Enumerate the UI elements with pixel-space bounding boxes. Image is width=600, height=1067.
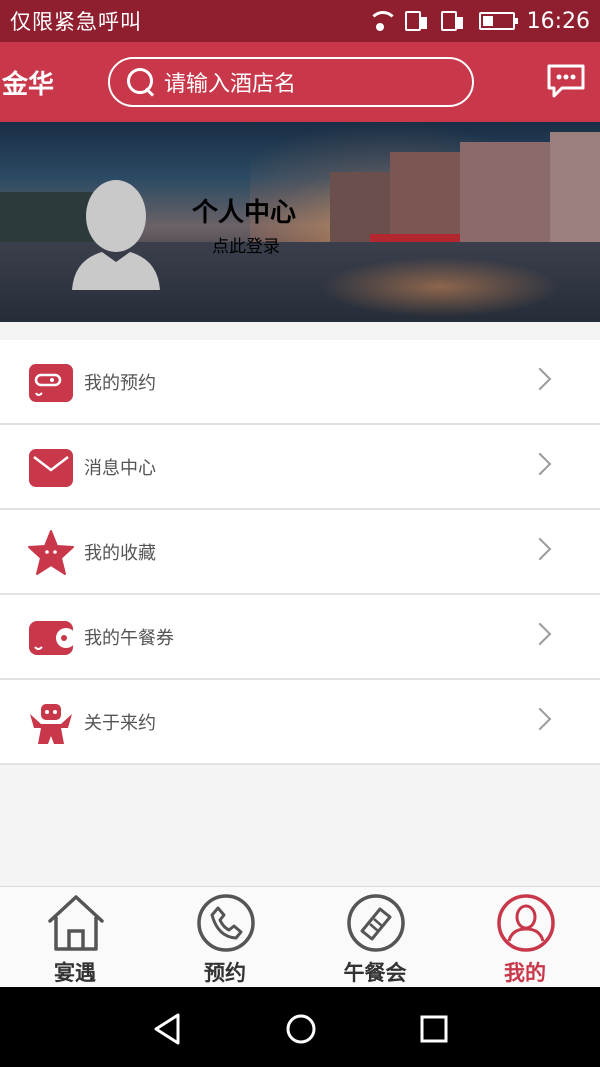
banner-building: [550, 132, 600, 252]
system-nav-bar: [0, 987, 600, 1067]
tab-reservation[interactable]: 预约: [150, 887, 300, 987]
chevron-right-icon: [528, 707, 552, 731]
tab-label: 宴遇: [54, 961, 96, 985]
chevron-right-icon: [528, 452, 552, 476]
envelope-icon: [29, 449, 73, 487]
battery-icon: [478, 12, 518, 30]
chevron-right-icon: [528, 622, 552, 646]
banner-water-glow: [320, 257, 560, 317]
profile-title: 个人中心: [192, 198, 297, 228]
menu-item-label: 我的午餐券: [84, 627, 174, 649]
tab-label: 我的: [504, 961, 546, 985]
login-link[interactable]: 点此登录: [212, 232, 280, 257]
star-icon: [28, 530, 74, 575]
menu-item-messages[interactable]: 消息中心: [0, 425, 600, 510]
message-button[interactable]: [546, 62, 586, 102]
app-header: 金华 请输入酒店名: [0, 42, 600, 122]
ticket-icon: [347, 894, 405, 952]
avatar-icon[interactable]: [68, 178, 164, 296]
sim-2-icon: [440, 11, 463, 31]
carrier-text: 仅限紧急呼叫: [10, 10, 142, 34]
tab-label: 预约: [204, 961, 246, 985]
wifi-icon: [367, 11, 398, 31]
tab-label: 午餐会: [343, 961, 407, 985]
banner-building: [460, 142, 550, 252]
chevron-right-icon: [528, 537, 552, 561]
menu-list: 我的预约 消息中心 我的收藏 我的午餐券 关于来约: [0, 340, 600, 765]
status-bar: 仅限紧急呼叫 16:26: [0, 0, 600, 42]
menu-item-label: 我的收藏: [84, 542, 156, 564]
bottom-tab-bar: 宴遇 预约 午餐会 我的: [0, 886, 600, 987]
chevron-right-icon: [528, 367, 552, 391]
tab-lunch-meeting[interactable]: 午餐会: [300, 887, 450, 987]
phone-icon: [197, 894, 255, 952]
home-icon: [48, 895, 104, 951]
menu-item-lunch-coupons[interactable]: 我的午餐券: [0, 595, 600, 680]
wallet-icon: [29, 364, 73, 402]
recents-icon[interactable]: [414, 1009, 454, 1049]
search-icon: [126, 67, 156, 97]
clock: 16:26: [526, 8, 590, 34]
status-icons: 16:26: [367, 9, 590, 34]
menu-item-about[interactable]: 关于来约: [0, 680, 600, 765]
tab-banquet[interactable]: 宴遇: [0, 887, 150, 987]
user-icon: [497, 894, 555, 952]
back-icon[interactable]: [148, 1009, 188, 1049]
menu-item-label: 关于来约: [84, 712, 156, 734]
mascot-icon: [30, 704, 72, 744]
sim-1-icon: [404, 11, 427, 31]
home-nav-icon[interactable]: [281, 1009, 321, 1049]
coupon-icon: [29, 621, 74, 655]
city-selector[interactable]: 金华: [0, 64, 108, 101]
chat-bubble-icon: [547, 64, 585, 98]
menu-item-reservations[interactable]: 我的预约: [0, 340, 600, 425]
search-input[interactable]: 请输入酒店名: [108, 57, 474, 107]
menu-item-favorites[interactable]: 我的收藏: [0, 510, 600, 595]
search-placeholder: 请输入酒店名: [164, 72, 297, 97]
menu-item-label: 我的预约: [84, 372, 156, 394]
menu-item-label: 消息中心: [84, 457, 156, 479]
tab-mine[interactable]: 我的: [450, 887, 600, 987]
